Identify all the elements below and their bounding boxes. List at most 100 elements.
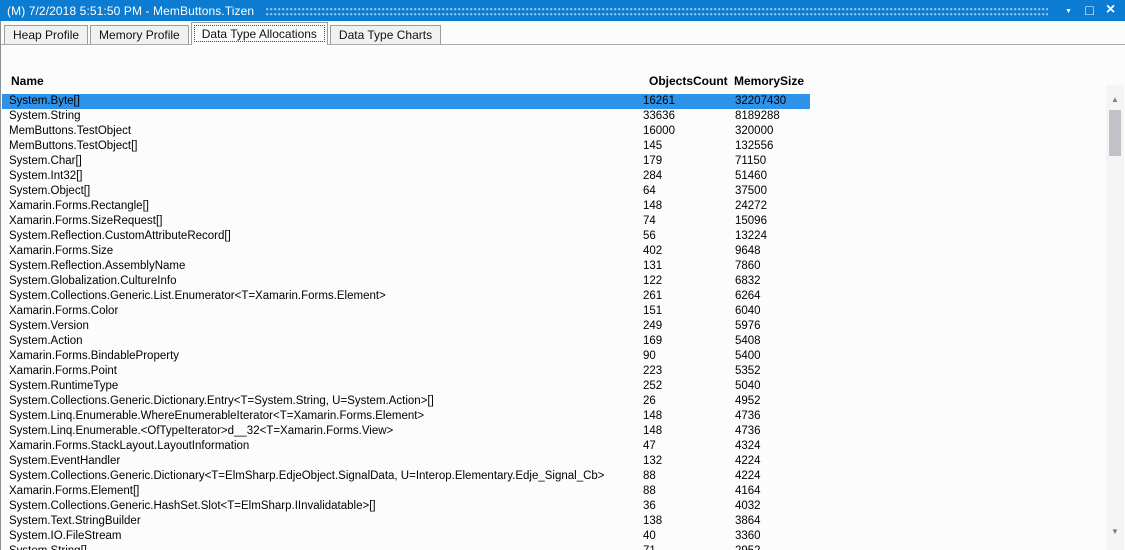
table-row[interactable]: Xamarin.Forms.SizeRequest[] 74 15096 — [2, 214, 810, 229]
scroll-down-icon[interactable]: ▼ — [1106, 527, 1124, 537]
table-row[interactable]: System.Collections.Generic.Dictionary.En… — [2, 394, 810, 409]
row-objects-count: 40 — [643, 530, 656, 542]
table-row[interactable]: Xamarin.Forms.Color 151 6040 — [2, 304, 810, 319]
table-row[interactable]: System.Action 169 5408 — [2, 334, 810, 349]
row-name: System.Text.StringBuilder — [9, 515, 141, 527]
row-memory-size: 3864 — [735, 515, 761, 527]
tab-data-type-allocations[interactable]: Data Type Allocations — [191, 22, 328, 45]
row-name: MemButtons.TestObject — [9, 125, 131, 137]
row-name: System.Object[] — [9, 185, 90, 197]
tab-label: Data Type Charts — [339, 28, 432, 42]
row-name: System.Collections.Generic.Dictionary<T=… — [9, 470, 605, 482]
window-menu-icon[interactable]: ▼ — [1058, 0, 1079, 21]
table-row[interactable]: System.Text.StringBuilder 138 3864 — [2, 514, 810, 529]
table-row[interactable]: Xamarin.Forms.BindableProperty 90 5400 — [2, 349, 810, 364]
tab-label: Heap Profile — [13, 28, 79, 42]
row-name: System.Version — [9, 320, 89, 332]
table-row[interactable]: System.EventHandler 132 4224 — [2, 454, 810, 469]
table-row[interactable]: System.Reflection.AssemblyName 131 7860 — [2, 259, 810, 274]
table-row[interactable]: System.Linq.Enumerable.WhereEnumerableIt… — [2, 409, 810, 424]
table-row[interactable]: System.String 33636 8189288 — [2, 109, 810, 124]
tab-heap-profile[interactable]: Heap Profile — [4, 25, 88, 44]
table-row[interactable]: System.String[] 71 2952 — [2, 544, 810, 550]
tab-data-type-charts[interactable]: Data Type Charts — [330, 25, 441, 44]
tab-label: Memory Profile — [99, 28, 180, 42]
column-header-objectscount[interactable]: ObjectsCount — [649, 74, 728, 88]
row-name: Xamarin.Forms.Size — [9, 245, 113, 257]
table-row[interactable]: System.Collections.Generic.List.Enumerat… — [2, 289, 810, 304]
row-name: System.Collections.Generic.HashSet.Slot<… — [9, 500, 376, 512]
row-objects-count: 122 — [643, 275, 662, 287]
table-row[interactable]: MemButtons.TestObject[] 145 132556 — [2, 139, 810, 154]
row-memory-size: 71150 — [735, 155, 766, 167]
table-row[interactable]: MemButtons.TestObject 16000 320000 — [2, 124, 810, 139]
table-row[interactable]: Xamarin.Forms.Element[] 88 4164 — [2, 484, 810, 499]
table-row[interactable]: System.IO.FileStream 40 3360 — [2, 529, 810, 544]
row-memory-size: 8189288 — [735, 110, 780, 122]
scroll-up-icon[interactable]: ▲ — [1106, 95, 1124, 105]
table-row[interactable]: System.Byte[] 16261 32207430 — [2, 94, 810, 109]
table-row[interactable]: Xamarin.Forms.Size 402 9648 — [2, 244, 810, 259]
row-memory-size: 5352 — [735, 365, 761, 377]
row-objects-count: 145 — [643, 140, 662, 152]
table-row[interactable]: System.Globalization.CultureInfo 122 683… — [2, 274, 810, 289]
row-objects-count: 36 — [643, 500, 656, 512]
row-memory-size: 5976 — [735, 320, 761, 332]
column-header-memorysize[interactable]: MemorySize — [734, 74, 804, 88]
row-objects-count: 402 — [643, 245, 662, 257]
row-memory-size: 4952 — [735, 395, 761, 407]
row-memory-size: 4224 — [735, 455, 761, 467]
row-memory-size: 4736 — [735, 410, 761, 422]
table-row[interactable]: System.Object[] 64 37500 — [2, 184, 810, 199]
row-name: Xamarin.Forms.Color — [9, 305, 118, 317]
allocation-list: System.Byte[] 16261 32207430 System.Stri… — [2, 94, 1105, 550]
row-objects-count: 90 — [643, 350, 656, 362]
column-header-name[interactable]: Name — [11, 74, 44, 88]
row-objects-count: 249 — [643, 320, 662, 332]
table-row[interactable]: System.RuntimeType 252 5040 — [2, 379, 810, 394]
row-memory-size: 2952 — [735, 545, 761, 550]
row-name: Xamarin.Forms.SizeRequest[] — [9, 215, 162, 227]
row-name: System.Reflection.CustomAttributeRecord[… — [9, 230, 231, 242]
table-row[interactable]: System.Version 249 5976 — [2, 319, 810, 334]
table-row[interactable]: Xamarin.Forms.Rectangle[] 148 24272 — [2, 199, 810, 214]
table-row[interactable]: System.Linq.Enumerable.<OfTypeIterator>d… — [2, 424, 810, 439]
table-row[interactable]: System.Reflection.CustomAttributeRecord[… — [2, 229, 810, 244]
row-memory-size: 9648 — [735, 245, 761, 257]
titlebar-grip-dots[interactable] — [266, 8, 1048, 17]
row-memory-size: 320000 — [735, 125, 773, 137]
profiler-window: (M) 7/2/2018 5:51:50 PM - MemButtons.Tiz… — [0, 0, 1125, 550]
row-memory-size: 132556 — [735, 140, 773, 152]
row-memory-size: 5040 — [735, 380, 761, 392]
row-name: Xamarin.Forms.Element[] — [9, 485, 139, 497]
row-memory-size: 5408 — [735, 335, 761, 347]
row-name: System.String — [9, 110, 81, 122]
table-row[interactable]: System.Collections.Generic.Dictionary<T=… — [2, 469, 810, 484]
row-objects-count: 252 — [643, 380, 662, 392]
table-row[interactable]: System.Int32[] 284 51460 — [2, 169, 810, 184]
scrollbar-thumb[interactable] — [1109, 110, 1121, 156]
row-objects-count: 132 — [643, 455, 662, 467]
row-memory-size: 6264 — [735, 290, 761, 302]
tab-strip: Heap Profile Memory Profile Data Type Al… — [1, 21, 1125, 45]
row-memory-size: 13224 — [735, 230, 767, 242]
tab-memory-profile[interactable]: Memory Profile — [90, 25, 189, 44]
row-objects-count: 261 — [643, 290, 662, 302]
row-memory-size: 6040 — [735, 305, 761, 317]
row-memory-size: 5400 — [735, 350, 761, 362]
table-row[interactable]: Xamarin.Forms.StackLayout.LayoutInformat… — [2, 439, 810, 454]
row-name: Xamarin.Forms.Rectangle[] — [9, 200, 149, 212]
close-icon[interactable]: × — [1100, 0, 1121, 21]
row-name: Xamarin.Forms.Point — [9, 365, 117, 377]
table-row[interactable]: System.Char[] 179 71150 — [2, 154, 810, 169]
vertical-scrollbar[interactable]: ▲ ▼ — [1106, 85, 1124, 550]
row-name: System.String[] — [9, 545, 87, 550]
row-name: System.RuntimeType — [9, 380, 118, 392]
table-row[interactable]: Xamarin.Forms.Point 223 5352 — [2, 364, 810, 379]
row-memory-size: 15096 — [735, 215, 767, 227]
maximize-icon[interactable]: □ — [1079, 0, 1100, 21]
row-objects-count: 138 — [643, 515, 662, 527]
table-row[interactable]: System.Collections.Generic.HashSet.Slot<… — [2, 499, 810, 514]
window-titlebar[interactable]: (M) 7/2/2018 5:51:50 PM - MemButtons.Tiz… — [0, 0, 1125, 21]
row-memory-size: 6832 — [735, 275, 761, 287]
